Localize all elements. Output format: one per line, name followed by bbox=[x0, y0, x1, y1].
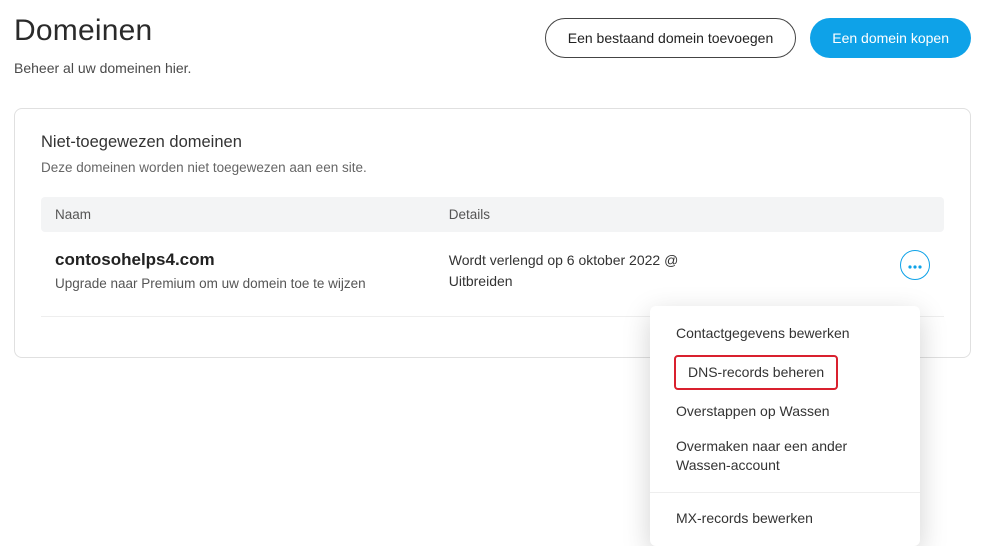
domain-name: contosohelps4.com bbox=[55, 250, 449, 270]
page-title: Domeinen bbox=[14, 14, 191, 48]
card-subtitle: Deze domeinen worden niet toegewezen aan… bbox=[41, 160, 944, 175]
menu-item-transfer[interactable]: Overmaken naar een ander Wassen-account bbox=[650, 429, 920, 483]
more-icon bbox=[908, 256, 922, 274]
header-actions: Een bestaand domein toevoegen Een domein… bbox=[545, 14, 971, 58]
buy-domain-button[interactable]: Een domein kopen bbox=[810, 18, 971, 58]
col-header-details: Details bbox=[449, 207, 799, 222]
menu-item-edit-contacts[interactable]: Contactgegevens bewerken bbox=[650, 316, 920, 351]
add-existing-domain-button[interactable]: Een bestaand domein toevoegen bbox=[545, 18, 797, 58]
row-actions-menu: Contactgegevens bewerken DNS-records beh… bbox=[650, 306, 920, 546]
row-more-button[interactable] bbox=[900, 250, 930, 280]
domain-upgrade-note: Upgrade naar Premium om uw domein toe te… bbox=[55, 276, 449, 291]
col-header-name: Naam bbox=[55, 207, 449, 222]
page-subtitle: Beheer al uw domeinen hier. bbox=[14, 60, 191, 76]
menu-item-switch[interactable]: Overstappen op Wassen bbox=[650, 394, 920, 429]
menu-item-manage-dns[interactable]: DNS-records beheren bbox=[674, 355, 838, 390]
menu-item-mx[interactable]: MX-records bewerken bbox=[650, 501, 920, 536]
domains-table: Naam Details contosohelps4.com Upgrade n… bbox=[41, 197, 944, 317]
domain-renewal: Wordt verlengd op 6 oktober 2022 @ bbox=[449, 250, 799, 271]
domain-extend: Uitbreiden bbox=[449, 271, 799, 292]
card-title: Niet-toegewezen domeinen bbox=[41, 133, 944, 152]
table-row: contosohelps4.com Upgrade naar Premium o… bbox=[41, 232, 944, 317]
menu-separator bbox=[650, 492, 920, 493]
table-header: Naam Details bbox=[41, 197, 944, 232]
